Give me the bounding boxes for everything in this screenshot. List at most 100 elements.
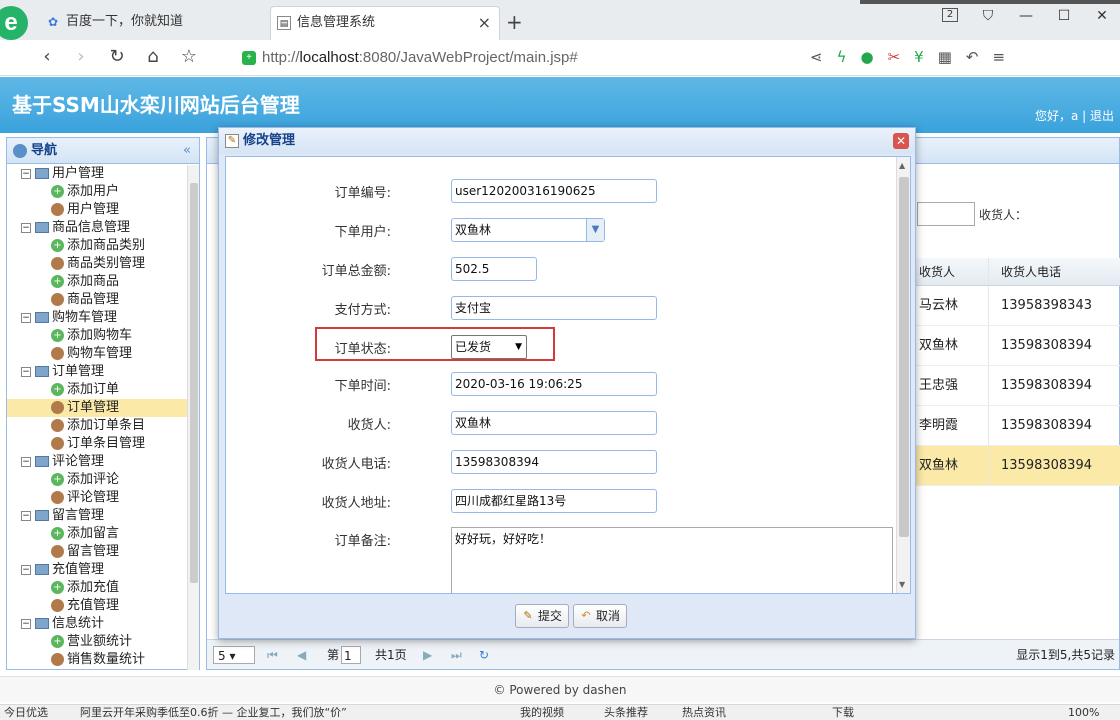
sidebar-scrollbar[interactable] xyxy=(187,165,199,670)
sidebar-item[interactable]: 评论管理 xyxy=(7,489,187,507)
sidebar-item[interactable]: + 营业额统计 xyxy=(7,633,187,651)
scrollbar-thumb[interactable] xyxy=(899,177,909,537)
dialog-scrollbar[interactable]: ▲ ▼ xyxy=(896,157,910,593)
minimize-button[interactable]: — xyxy=(1018,8,1034,32)
new-tab-button[interactable]: + xyxy=(506,10,523,34)
text-field[interactable]: 2020-03-16 19:06:25 xyxy=(451,372,657,396)
search-input[interactable] xyxy=(917,202,975,226)
sidebar-item[interactable]: 商品类别管理 xyxy=(7,255,187,273)
sidebar-item[interactable]: 订单管理 xyxy=(7,399,187,417)
sidebar-item[interactable]: 商品管理 xyxy=(7,291,187,309)
text-field[interactable]: user120200316190625 xyxy=(451,179,657,203)
dropdown-arrow-icon[interactable]: ▼ xyxy=(515,336,522,358)
dropdown-arrow-icon[interactable]: ▼ xyxy=(586,219,604,241)
sidebar-item[interactable]: 留言管理 xyxy=(7,543,187,561)
tree-group[interactable]: − 购物车管理 xyxy=(7,309,187,327)
collapse-icon[interactable]: « xyxy=(183,138,191,164)
user-info[interactable]: 您好，a | 退出 xyxy=(1035,107,1114,124)
status-news[interactable]: 阿里云开年采购季低至0.6折 — 企业复工，我们放“价” xyxy=(80,705,347,720)
expand-toggle-icon[interactable]: − xyxy=(21,456,31,467)
status-item-hot[interactable]: 热点资讯 xyxy=(682,705,726,720)
tree-group[interactable]: − 充值管理 xyxy=(7,561,187,579)
sidebar-item[interactable]: + 添加评论 xyxy=(7,471,187,489)
status-zoom[interactable]: 100% xyxy=(1068,705,1099,720)
address-bar[interactable]: + http://localhost:8080/JavaWebProject/m… xyxy=(232,45,792,71)
tab-close-icon[interactable]: × xyxy=(478,7,491,39)
sidebar-item[interactable]: 订单条目管理 xyxy=(7,435,187,453)
expand-toggle-icon[interactable]: − xyxy=(21,312,31,323)
table-row[interactable]: 王忠强 13598308394 xyxy=(907,366,1120,406)
select-field[interactable]: 双鱼林 ▼ xyxy=(451,218,605,242)
text-field[interactable]: 双鱼林 xyxy=(451,411,657,435)
maximize-button[interactable]: ☐ xyxy=(1056,8,1072,32)
expand-toggle-icon[interactable]: − xyxy=(21,510,31,521)
share-icon[interactable]: ⋖ xyxy=(810,48,823,66)
dialog-title-bar[interactable]: ✎ 修改管理 xyxy=(219,128,915,154)
tree-group[interactable]: − 订单管理 xyxy=(7,363,187,381)
tree-group[interactable]: − 信息统计 xyxy=(7,615,187,633)
expand-toggle-icon[interactable]: − xyxy=(21,618,31,629)
sidebar-item[interactable]: 购物车管理 xyxy=(7,345,187,363)
sidebar-item[interactable]: + 添加订单 xyxy=(7,381,187,399)
sidebar-item[interactable]: + 添加充值 xyxy=(7,579,187,597)
table-row[interactable]: 双鱼林 13598308394 xyxy=(907,446,1120,486)
bookmark-star-icon[interactable]: ☆ xyxy=(178,46,200,68)
tree-group[interactable]: − 评论管理 xyxy=(7,453,187,471)
undo-icon[interactable]: ↶ xyxy=(966,48,979,66)
scrollbar-thumb[interactable] xyxy=(190,183,198,583)
sidebar-item[interactable]: + 添加商品类别 xyxy=(7,237,187,255)
menu-icon[interactable]: ≡ xyxy=(992,48,1005,66)
scissors-icon[interactable]: ✂ xyxy=(888,48,901,66)
text-field[interactable]: 四川成都红星路13号 xyxy=(451,489,657,513)
grid-header-cell[interactable]: 收货人电话 xyxy=(989,258,1120,285)
back-button[interactable]: ‹ xyxy=(36,46,58,68)
apps-grid-icon[interactable]: ▦ xyxy=(938,48,952,66)
close-window-button[interactable]: ✕ xyxy=(1094,8,1110,32)
status-item-headline[interactable]: 头条推荐 xyxy=(604,705,648,720)
scroll-down-icon[interactable]: ▼ xyxy=(899,580,905,589)
sidebar-item[interactable]: 销售数量统计 xyxy=(7,651,187,669)
sidebar-item[interactable]: + 添加用户 xyxy=(7,183,187,201)
refresh-icon[interactable]: ↻ xyxy=(479,646,489,664)
sidebar-item[interactable]: 添加订单条目 xyxy=(7,417,187,435)
tree-group[interactable]: − 留言管理 xyxy=(7,507,187,525)
status-left[interactable]: 今日优选 xyxy=(4,705,48,720)
text-field[interactable]: 502.5 xyxy=(451,257,537,281)
reload-button[interactable]: ↻ xyxy=(106,46,128,68)
table-row[interactable]: 马云林 13958398343 xyxy=(907,286,1120,326)
text-field[interactable]: 支付宝 xyxy=(451,296,657,320)
lightning-icon[interactable]: ϟ xyxy=(837,48,847,66)
cancel-button[interactable]: ↶ 取消 xyxy=(573,604,628,628)
home-button[interactable]: ⌂ xyxy=(142,46,164,68)
expand-toggle-icon[interactable]: − xyxy=(21,222,31,233)
expand-toggle-icon[interactable]: − xyxy=(21,168,31,179)
sidebar-item[interactable]: + 添加购物车 xyxy=(7,327,187,345)
dialog-close-button[interactable]: ✕ xyxy=(893,133,909,149)
last-page-icon[interactable]: ⏭ xyxy=(451,646,462,664)
table-row[interactable]: 李明霞 13598308394 xyxy=(907,406,1120,446)
shirt-icon[interactable]: ⛉ xyxy=(980,8,996,32)
grid-header-cell[interactable]: 收货人 xyxy=(907,258,989,285)
page-number-input[interactable]: 1 xyxy=(341,646,361,664)
sidebar-item[interactable]: 用户管理 xyxy=(7,201,187,219)
tree-group[interactable]: − 商品信息管理 xyxy=(7,219,187,237)
expand-toggle-icon[interactable]: − xyxy=(21,366,31,377)
sidebar-item[interactable]: + 添加留言 xyxy=(7,525,187,543)
expand-toggle-icon[interactable]: − xyxy=(21,564,31,575)
browser-tab-active[interactable]: ▤ 信息管理系统 × xyxy=(270,6,500,40)
browser-tab-baidu[interactable]: ✿ 百度一下，你就知道 xyxy=(40,6,265,40)
sidebar-item[interactable]: + 添加商品 xyxy=(7,273,187,291)
table-row[interactable]: 双鱼林 13598308394 xyxy=(907,326,1120,366)
submit-button[interactable]: ✎ 提交 xyxy=(515,604,570,628)
scroll-up-icon[interactable]: ▲ xyxy=(899,161,905,170)
tab-count-badge[interactable]: 2 xyxy=(942,8,958,22)
first-page-icon[interactable]: ⏮ xyxy=(267,646,278,664)
text-field[interactable]: 13598308394 xyxy=(451,450,657,474)
select-field[interactable]: 已发货 ▼ xyxy=(451,335,527,359)
wechat-icon[interactable]: ● xyxy=(860,48,873,66)
page-size-select[interactable]: 5 ▾ xyxy=(213,646,255,664)
tree-group[interactable]: − 用户管理 xyxy=(7,165,187,183)
status-item-download[interactable]: 下载 xyxy=(832,705,854,720)
textarea-field[interactable]: 好好玩，好好吃！ xyxy=(451,527,893,593)
next-page-icon[interactable]: ▶ xyxy=(423,646,432,664)
